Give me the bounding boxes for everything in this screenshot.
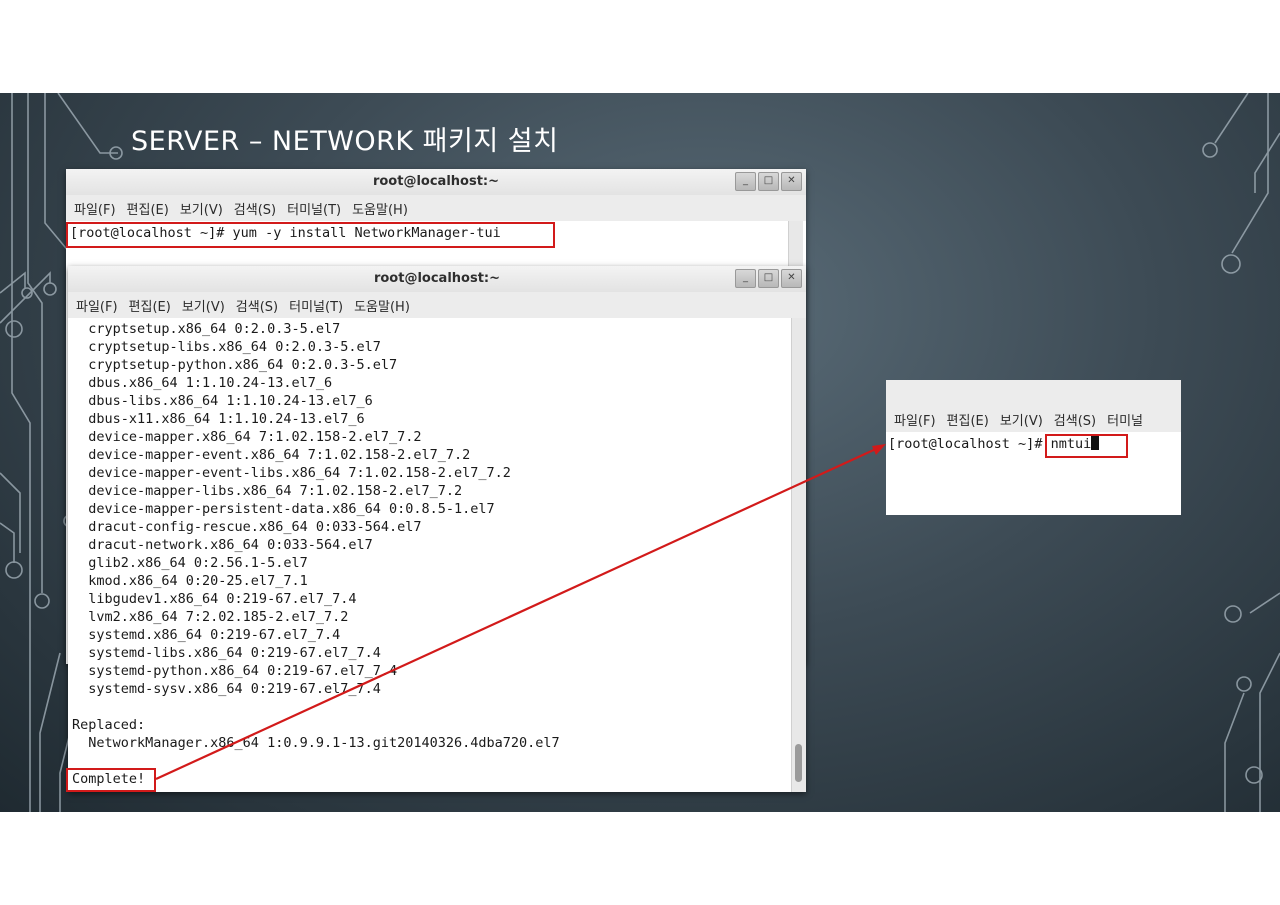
menu-file[interactable]: 파일(F) <box>894 410 936 429</box>
highlight-install-command <box>66 222 555 248</box>
highlight-complete <box>66 768 156 792</box>
terminal-output[interactable]: Complete! NetworkManager.x86_64 1:0.9.9.… <box>68 318 806 792</box>
menu-help[interactable]: 도움말(H) <box>352 199 408 218</box>
menu-terminal[interactable]: 터미널(T) <box>289 296 343 315</box>
terminal-line: systemd-sysv.x86_64 0:219-67.el7_7.4 <box>72 681 381 697</box>
close-icon[interactable]: ✕ <box>781 269 802 288</box>
menu-bar: 파일(F) 편집(E) 보기(V) 검색(S) 터미널(T) 도움말(H) <box>66 195 806 221</box>
slide-title: SERVER – NETWORK 패키지 설치 <box>131 126 559 157</box>
menu-search[interactable]: 검색(S) <box>1054 410 1096 429</box>
terminal-line: libgudev1.x86_64 0:219-67.el7_7.4 <box>72 591 357 607</box>
menu-search[interactable]: 검색(S) <box>236 296 278 315</box>
menu-terminal[interactable]: 터미널 <box>1107 410 1143 429</box>
menu-search[interactable]: 검색(S) <box>234 199 276 218</box>
terminal-line: systemd-python.x86_64 0:219-67.el7_7.4 <box>72 663 398 679</box>
terminal-line: cryptsetup-libs.x86_64 0:2.0.3-5.el7 <box>72 339 381 355</box>
terminal-line: lvm2.x86_64 7:2.02.185-2.el7_7.2 <box>72 609 349 625</box>
terminal-output[interactable]: [root@localhost ~]# nmtui <box>886 432 1181 515</box>
terminal-line: dracut-config-rescue.x86_64 0:033-564.el… <box>72 519 422 535</box>
window-titlebar[interactable]: root@localhost:~ _ □ ✕ <box>66 169 806 195</box>
menu-file[interactable]: 파일(F) <box>74 199 116 218</box>
minimize-icon[interactable]: _ <box>735 269 756 288</box>
window-controls: _ □ ✕ <box>735 172 802 191</box>
terminal-line: kmod.x86_64 0:20-25.el7_7.1 <box>72 573 308 589</box>
terminal-line: device-mapper-event.x86_64 7:1.02.158-2.… <box>72 447 471 463</box>
terminal-line: dbus-libs.x86_64 1:1.10.24-13.el7_6 <box>72 393 373 409</box>
scrollbar-thumb[interactable] <box>795 744 802 782</box>
menu-edit[interactable]: 편집(E) <box>127 199 169 218</box>
window-title: root@localhost:~ <box>373 271 501 286</box>
menu-file[interactable]: 파일(F) <box>76 296 118 315</box>
menu-edit[interactable]: 편집(E) <box>947 410 989 429</box>
menu-bar: 파일(F) 편집(E) 보기(V) 검색(S) 터미널(T) 도움말(H) <box>68 292 806 318</box>
minimize-icon[interactable]: _ <box>735 172 756 191</box>
menu-view[interactable]: 보기(V) <box>180 199 223 218</box>
terminal-window-nmtui[interactable]: 파일(F) 편집(E) 보기(V) 검색(S) 터미널 [root@localh… <box>886 380 1181 515</box>
terminal-line: dracut-network.x86_64 0:033-564.el7 <box>72 537 373 553</box>
terminal-line: NetworkManager.x86_64 1:0.9.9.1-13.git20… <box>72 735 560 751</box>
terminal-line: systemd-libs.x86_64 0:219-67.el7_7.4 <box>72 645 381 661</box>
window-title: root@localhost:~ <box>372 174 500 189</box>
menu-help[interactable]: 도움말(H) <box>354 296 410 315</box>
terminal-line: device-mapper-persistent-data.x86_64 0:0… <box>72 501 495 517</box>
terminal-line: glib2.x86_64 0:2.56.1-5.el7 <box>72 555 308 571</box>
terminal-window-output[interactable]: root@localhost:~ _ □ ✕ 파일(F) 편집(E) 보기(V)… <box>68 266 806 792</box>
window-controls: _ □ ✕ <box>735 269 802 288</box>
terminal-line: cryptsetup.x86_64 0:2.0.3-5.el7 <box>72 321 341 337</box>
window-titlebar[interactable] <box>886 380 1181 406</box>
close-icon[interactable]: ✕ <box>781 172 802 191</box>
menu-edit[interactable]: 편집(E) <box>129 296 171 315</box>
terminal-line: cryptsetup-python.x86_64 0:2.0.3-5.el7 <box>72 357 398 373</box>
highlight-nmtui-command <box>1045 434 1128 458</box>
maximize-icon[interactable]: □ <box>758 269 779 288</box>
terminal-line: Replaced: <box>72 717 146 733</box>
menu-bar: 파일(F) 편집(E) 보기(V) 검색(S) 터미널 <box>886 406 1181 432</box>
scrollbar[interactable] <box>791 318 806 792</box>
menu-view[interactable]: 보기(V) <box>182 296 225 315</box>
terminal-line: device-mapper.x86_64 7:1.02.158-2.el7_7.… <box>72 429 422 445</box>
prompt: [root@localhost ~] <box>888 436 1035 452</box>
menu-view[interactable]: 보기(V) <box>1000 410 1043 429</box>
terminal-line: systemd.x86_64 0:219-67.el7_7.4 <box>72 627 341 643</box>
terminal-line: dbus.x86_64 1:1.10.24-13.el7_6 <box>72 375 333 391</box>
window-titlebar[interactable]: root@localhost:~ _ □ ✕ <box>68 266 806 292</box>
terminal-line: dbus-x11.x86_64 1:1.10.24-13.el7_6 <box>72 411 365 427</box>
maximize-icon[interactable]: □ <box>758 172 779 191</box>
terminal-line: device-mapper-libs.x86_64 7:1.02.158-2.e… <box>72 483 463 499</box>
terminal-line: device-mapper-event-libs.x86_64 7:1.02.1… <box>72 465 511 481</box>
menu-terminal[interactable]: 터미널(T) <box>287 199 341 218</box>
